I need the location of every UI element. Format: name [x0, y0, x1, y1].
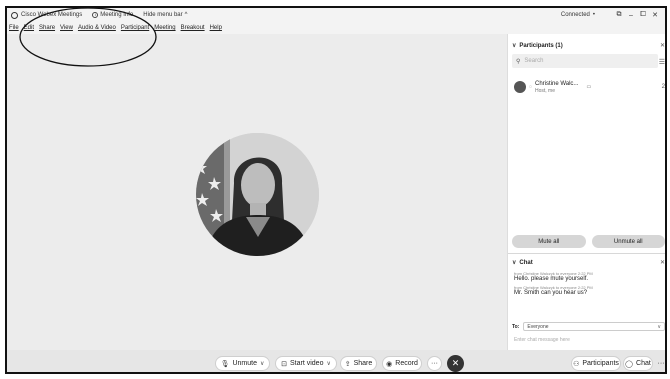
select-chevron-icon: ∨ — [657, 323, 661, 330]
window-right-controls: Connected • ⧉ – ⧠ ✕ — [561, 11, 665, 19]
microphone-muted-icon: 🎙 — [220, 360, 230, 368]
chevron-up-icon: ^ — [184, 12, 188, 18]
chevron-down-icon[interactable]: ∨ — [326, 360, 330, 367]
connection-status[interactable]: Connected • — [561, 12, 595, 18]
right-panel: ∨ Participants (1) ✕ ⚲ Search ☰ ◌ Christ… — [507, 34, 665, 372]
more-panels-button[interactable]: ··· — [655, 356, 665, 371]
participant-text: Christine Walc... Host, me — [535, 81, 578, 94]
minimize-icon[interactable]: – — [625, 12, 637, 19]
menu-help[interactable]: Help — [210, 25, 222, 31]
to-label: To: — [512, 323, 520, 330]
start-video-button[interactable]: ⊡ Start video ∨ — [275, 356, 337, 371]
chat-bubble-icon: ◯ — [625, 360, 634, 368]
unmute-all-button[interactable]: Unmute all — [591, 235, 665, 248]
participant-avatar — [196, 133, 319, 256]
start-video-label: Start video — [290, 360, 324, 367]
unmute-button[interactable]: 🎙 Unmute ∨ — [215, 356, 270, 371]
chat-message-input[interactable]: Enter chat message here — [514, 337, 570, 343]
participants-panel-button[interactable]: ⚇ Participants — [571, 356, 621, 371]
participants-title: Participants (1) — [519, 42, 563, 49]
chat-panel-label: Chat — [636, 360, 651, 367]
search-icon: ⚲ — [516, 58, 521, 65]
chat-message-text: Mr. Smith can you hear us? — [514, 290, 588, 296]
participant-role: Host, me — [534, 87, 555, 94]
connection-label: Connected — [560, 12, 590, 18]
close-chat-icon[interactable]: ✕ — [660, 259, 665, 266]
panel-divider — [508, 253, 665, 254]
participant-search-input[interactable]: ⚲ Search — [512, 54, 658, 68]
chat-header: ∨ Chat ✕ — [512, 259, 665, 267]
unmute-label: Unmute — [232, 360, 257, 367]
hand-drawn-circle-annotation — [19, 7, 157, 67]
search-placeholder: Search — [524, 58, 544, 64]
chevron-down-icon[interactable]: ∨ — [260, 360, 264, 367]
chat-chevron-down-icon[interactable]: ∨ — [512, 259, 516, 266]
chat-message-text: Hello. please mute yourself. — [514, 276, 589, 282]
connection-dot-icon: • — [592, 12, 595, 18]
chat-panel-button[interactable]: ◯ Chat — [623, 356, 653, 371]
share-button[interactable]: ⇪ Share — [340, 356, 377, 371]
chat-recipient-row: To: Everyone ∨ — [512, 322, 665, 331]
avatar-photo-image — [196, 133, 319, 256]
participant-row[interactable]: ◌ Christine Walc... Host, me ▭ 2 — [514, 78, 665, 96]
video-camera-icon: ⊡ — [281, 360, 287, 368]
person-icon: ⚇ — [573, 360, 580, 368]
maximize-icon[interactable]: ⧠ — [637, 11, 649, 19]
video-stage — [7, 34, 507, 350]
participants-panel-label: Participants — [582, 360, 619, 367]
chat-message: from Christine Walczyk to everyone 2:22 … — [514, 285, 665, 296]
participant-number: 2 — [661, 84, 665, 90]
recipient-select[interactable]: Everyone ∨ — [523, 322, 665, 331]
close-participants-icon[interactable]: ✕ — [660, 42, 665, 49]
microphone-icon: ◌ — [529, 84, 532, 90]
participant-name: Christine Walc... — [534, 80, 579, 87]
recipient-value: Everyone — [527, 323, 549, 330]
leave-meeting-button[interactable]: ✕ — [447, 355, 464, 372]
layout-icon[interactable]: ⧉ — [613, 11, 625, 19]
mute-all-button[interactable]: Mute all — [512, 235, 586, 248]
meeting-controls-bar: 🎙 Unmute ∨ ⊡ Start video ∨ ⇪ Share ◉ Rec… — [7, 350, 665, 372]
share-icon: ⇪ — [344, 360, 351, 368]
mute-controls: Mute all Unmute all — [512, 235, 665, 248]
participant-avatar-small — [514, 81, 526, 93]
more-options-button[interactable]: ··· — [427, 356, 442, 371]
record-icon: ◉ — [386, 360, 393, 368]
chat-message: from Christine Walczyk to everyone 2:22 … — [514, 271, 665, 282]
chat-title: Chat — [519, 259, 533, 266]
video-status-icon: ▭ — [586, 84, 592, 90]
chevron-down-icon[interactable]: ∨ — [512, 42, 516, 49]
participants-header: ∨ Participants (1) ✕ — [512, 42, 665, 50]
record-button[interactable]: ◉ Record — [382, 356, 422, 371]
share-label: Share — [353, 360, 373, 367]
menu-breakout[interactable]: Breakout — [181, 25, 205, 31]
sort-list-icon[interactable]: ☰ — [659, 58, 665, 66]
record-label: Record — [395, 360, 418, 367]
close-icon[interactable]: ✕ — [649, 11, 661, 19]
webex-logo-icon — [11, 11, 18, 19]
